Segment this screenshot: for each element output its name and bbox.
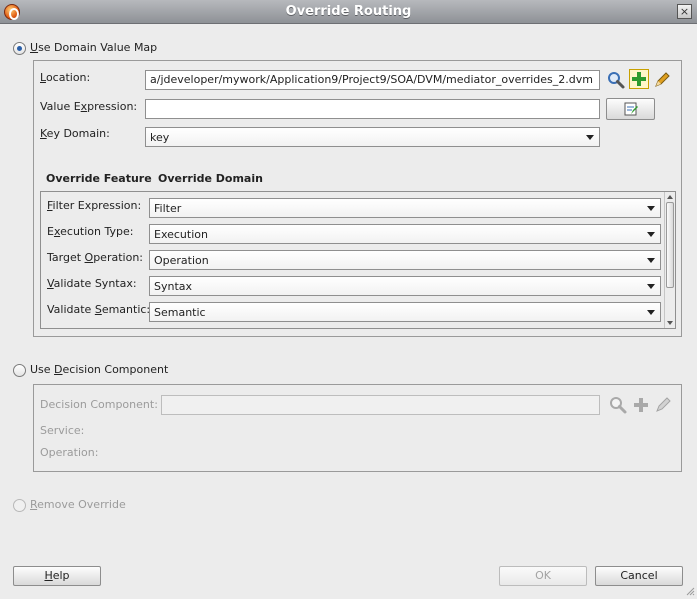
chevron-down-icon xyxy=(647,232,655,237)
dvm-panel: Location: a/jdeveloper/mywork/Applicatio… xyxy=(33,60,682,337)
decision-component-radio[interactable] xyxy=(13,364,26,377)
scroll-up-icon[interactable] xyxy=(667,195,673,199)
expression-builder-button[interactable] xyxy=(606,98,655,120)
location-label: Location: xyxy=(40,71,91,84)
edit-pencil-icon[interactable] xyxy=(653,395,673,415)
service-label: Service: xyxy=(40,424,85,437)
override-feature-header: Override Feature xyxy=(46,172,152,185)
target-operation-select[interactable]: Operation xyxy=(149,250,661,270)
cancel-button[interactable]: Cancel xyxy=(595,566,683,586)
execution-type-select[interactable]: Execution xyxy=(149,224,661,244)
title-bar: Override Routing × xyxy=(0,0,697,24)
filter-expression-select[interactable]: Filter xyxy=(149,198,661,218)
help-button[interactable]: Help xyxy=(13,566,101,586)
search-icon[interactable] xyxy=(606,70,626,90)
override-domain-value: Semantic xyxy=(154,306,206,319)
override-domain-value: Execution xyxy=(154,228,208,241)
chevron-down-icon xyxy=(647,258,655,263)
key-domain-select[interactable]: key xyxy=(145,127,600,147)
table-row: Filter Expression: Filter xyxy=(41,192,663,218)
table-row: Validate Syntax: Syntax xyxy=(41,270,663,296)
key-domain-value: key xyxy=(150,131,170,144)
value-expression-field[interactable] xyxy=(145,99,600,119)
decision-component-field[interactable] xyxy=(161,395,600,415)
override-feature-label: Validate Syntax: xyxy=(47,277,137,290)
remove-override-radio[interactable] xyxy=(13,499,26,512)
override-table: Filter Expression: Filter Execution Type… xyxy=(40,191,676,329)
override-domain-value: Syntax xyxy=(154,280,193,293)
scroll-down-icon[interactable] xyxy=(667,321,673,325)
table-row: Target Operation: Operation xyxy=(41,244,663,270)
resize-grip-icon[interactable] xyxy=(685,586,695,596)
expression-builder-icon xyxy=(624,102,638,116)
decision-component-radio-label[interactable]: Use Decision Component xyxy=(30,363,168,376)
add-icon[interactable] xyxy=(631,395,651,415)
table-scrollbar[interactable] xyxy=(664,192,675,328)
ok-button[interactable]: OK xyxy=(499,566,587,586)
key-domain-label: Key Domain: xyxy=(40,127,110,140)
decision-component-panel: Decision Component: Service: Operation: xyxy=(33,384,682,472)
override-feature-label: Validate Semantic: xyxy=(47,303,151,316)
override-domain-value: Filter xyxy=(154,202,182,215)
override-feature-label: Filter Expression: xyxy=(47,199,142,212)
location-field[interactable]: a/jdeveloper/mywork/Application9/Project… xyxy=(145,70,600,90)
window-title: Override Routing xyxy=(285,4,412,19)
validate-semantic-select[interactable]: Semantic xyxy=(149,302,661,322)
operation-label: Operation: xyxy=(40,446,99,459)
chevron-down-icon xyxy=(647,284,655,289)
override-domain-value: Operation xyxy=(154,254,209,267)
override-domain-header: Override Domain xyxy=(158,172,263,185)
dvm-radio-label[interactable]: Use Domain Value Map xyxy=(30,41,157,54)
decision-component-label: Decision Component: xyxy=(40,398,158,411)
add-icon[interactable] xyxy=(629,69,649,89)
override-feature-label: Target Operation: xyxy=(47,251,143,264)
override-feature-label: Execution Type: xyxy=(47,225,134,238)
validate-syntax-select[interactable]: Syntax xyxy=(149,276,661,296)
table-row: Execution Type: Execution xyxy=(41,218,663,244)
chevron-down-icon xyxy=(586,135,594,140)
scrollbar-thumb[interactable] xyxy=(666,202,674,288)
chevron-down-icon xyxy=(647,310,655,315)
table-row: Validate Semantic: Semantic xyxy=(41,296,663,322)
remove-override-radio-label[interactable]: Remove Override xyxy=(30,498,126,511)
chevron-down-icon xyxy=(647,206,655,211)
close-button[interactable]: × xyxy=(677,4,692,19)
value-expression-label: Value Expression: xyxy=(40,100,138,113)
edit-pencil-icon[interactable] xyxy=(652,70,672,90)
search-icon[interactable] xyxy=(608,395,628,415)
dvm-radio[interactable] xyxy=(13,42,26,55)
